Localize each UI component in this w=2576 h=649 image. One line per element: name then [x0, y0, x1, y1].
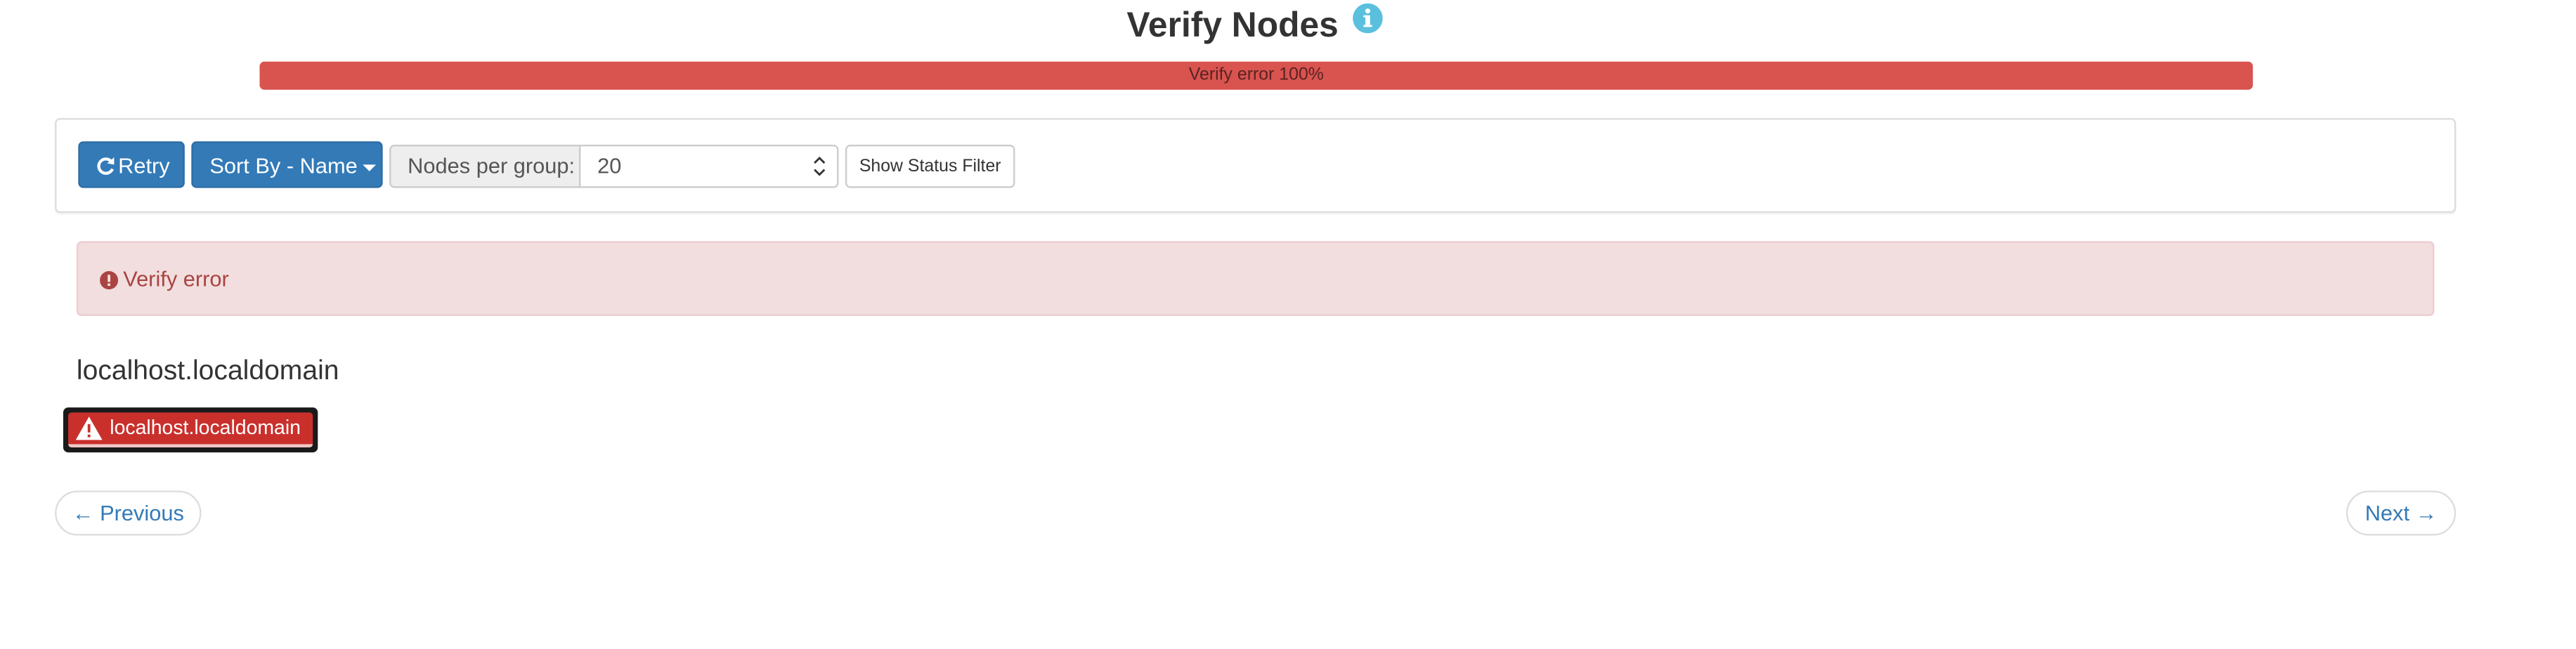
- nodes-per-group-value: 20: [597, 152, 622, 178]
- retry-button[interactable]: Retry: [78, 141, 185, 188]
- title-row: Verify Nodes: [0, 3, 2509, 46]
- alert-message: Verify error: [123, 266, 229, 291]
- node-group-heading: localhost.localdomain: [76, 355, 339, 386]
- exclamation-circle-icon: [100, 246, 119, 290]
- caret-down-icon: [362, 164, 376, 171]
- retry-label: Retry: [118, 152, 170, 178]
- verify-progress-bar: Verify error 100%: [259, 61, 2253, 90]
- refresh-icon: [96, 146, 115, 175]
- toolbar-panel: Retry Sort By - Name Nodes per group: 20…: [55, 118, 2457, 214]
- sort-dropdown-button[interactable]: Sort By - Name: [191, 141, 383, 188]
- node-badge-body: localhost.localdomain: [68, 412, 313, 447]
- verify-nodes-page: Verify Nodes Verify error 100% Retry Sor…: [0, 0, 2576, 649]
- verify-progress-fill: Verify error 100%: [259, 61, 2253, 90]
- next-page-button[interactable]: Next →: [2346, 490, 2457, 536]
- page-title: Verify Nodes: [1126, 6, 1339, 45]
- show-status-filter-button[interactable]: Show Status Filter: [845, 145, 1015, 188]
- info-circle-icon[interactable]: [1352, 3, 1383, 34]
- node-label: localhost.localdomain: [110, 416, 301, 440]
- sort-label: Sort By - Name: [209, 152, 358, 178]
- number-spinner-icon[interactable]: [812, 153, 827, 180]
- node-badge[interactable]: localhost.localdomain: [63, 407, 318, 453]
- previous-page-button[interactable]: ← Previous: [55, 490, 202, 536]
- nodes-per-group-input[interactable]: 20: [579, 145, 839, 188]
- nodes-per-group-label: Nodes per group:: [389, 145, 581, 188]
- nodes-per-group-control: Nodes per group: 20: [389, 145, 839, 188]
- error-alert: Verify error: [76, 241, 2435, 316]
- warning-triangle-icon: [75, 416, 103, 441]
